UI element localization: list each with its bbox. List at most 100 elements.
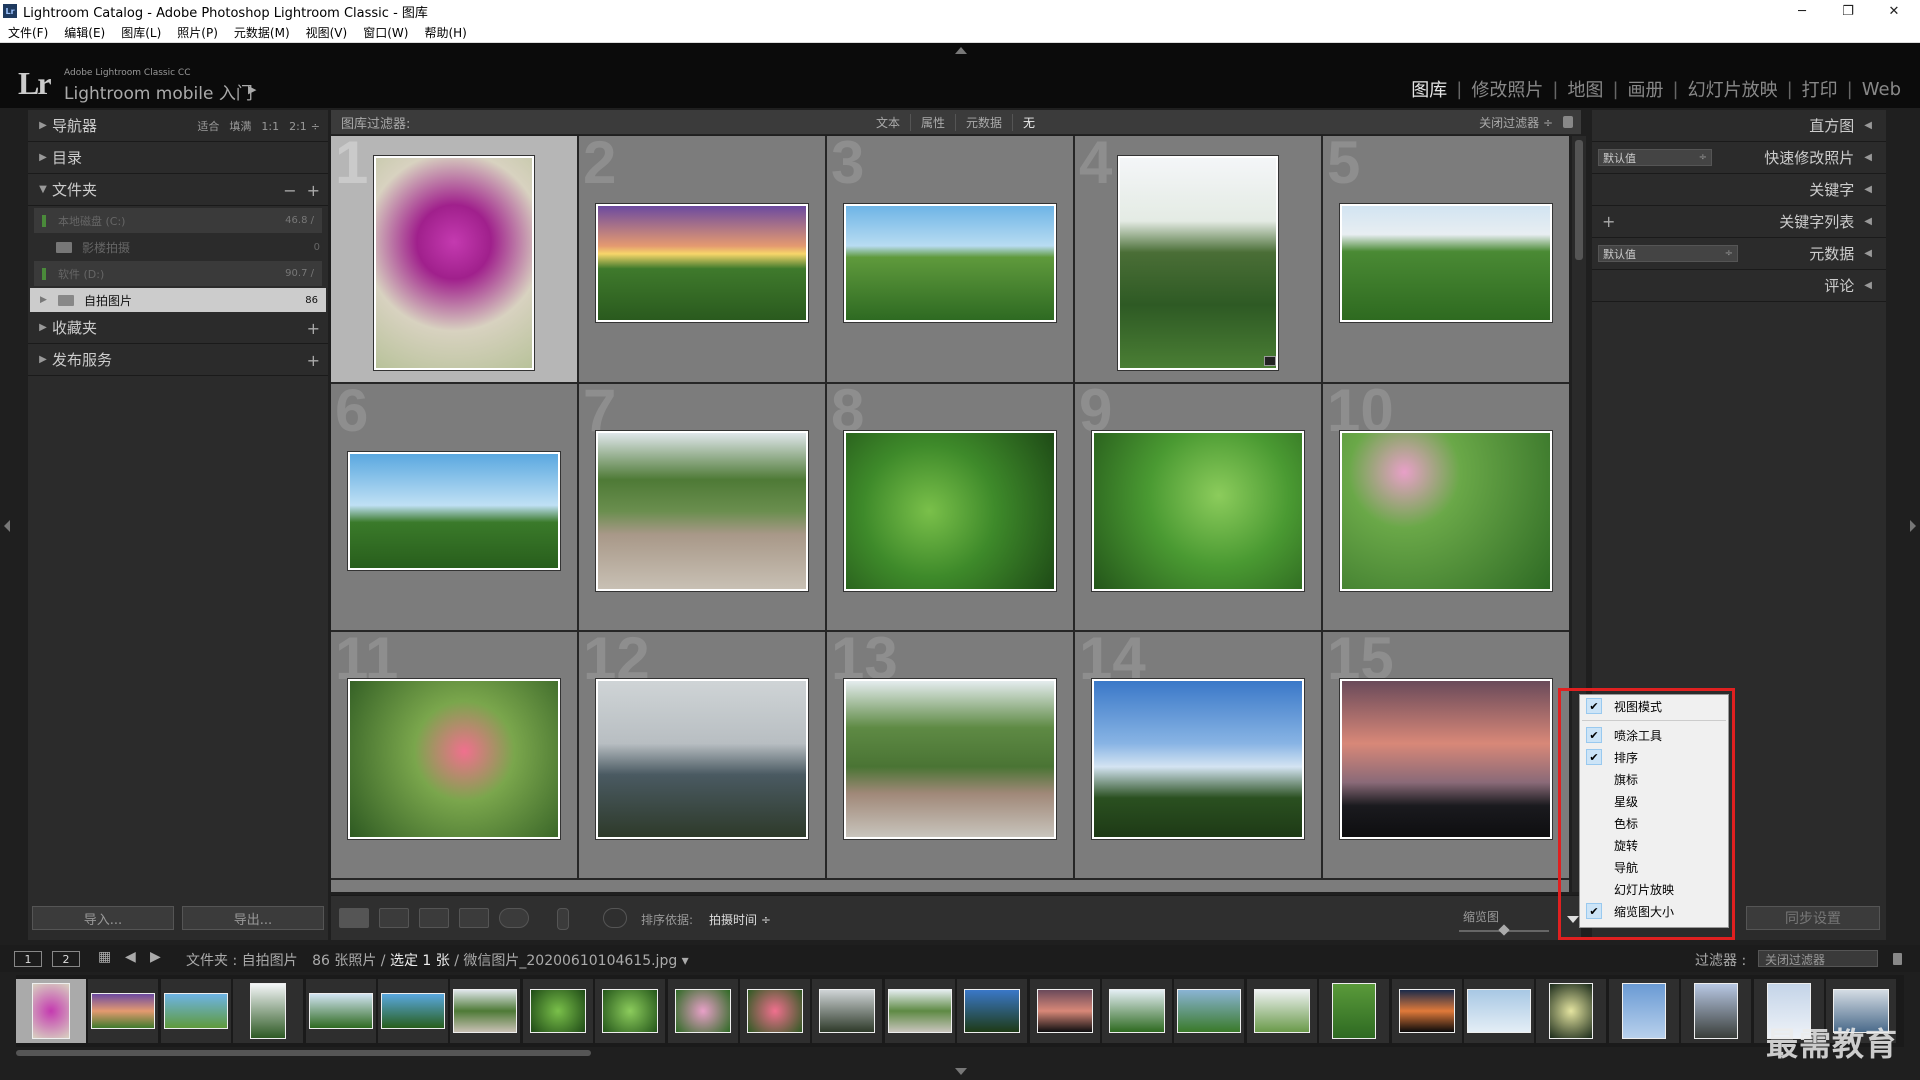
catalog-header[interactable]: ▶ 目录 <box>28 142 328 174</box>
photo-thumbnail[interactable] <box>1092 679 1304 839</box>
remove-folder-button[interactable]: − <box>283 181 296 200</box>
filmstrip-thumbnail[interactable] <box>1608 979 1679 1043</box>
filmstrip-thumbnail[interactable] <box>305 979 376 1043</box>
filmstrip-thumbnail[interactable] <box>160 979 231 1043</box>
filter-metadata[interactable]: 元数据 <box>956 113 1014 131</box>
menu-file[interactable]: 文件(F) <box>0 24 56 41</box>
filmstrip-thumbnail[interactable] <box>450 979 521 1043</box>
metadata-header[interactable]: 默认值 元数据 ◀ <box>1592 238 1886 270</box>
painter-spray-icon[interactable] <box>557 908 569 930</box>
quick-develop-header[interactable]: 默认值 快速修改照片 ◀ <box>1592 142 1886 174</box>
module-web[interactable]: Web <box>1853 79 1910 100</box>
grid-cell-4[interactable]: 4 <box>1075 136 1321 382</box>
sort-select[interactable]: 拍摄时间 ÷ <box>709 911 771 928</box>
module-library[interactable]: 图库 <box>1402 76 1456 102</box>
photo-thumbnail[interactable] <box>844 431 1056 591</box>
collections-header[interactable]: ▶ 收藏夹 + <box>28 312 328 344</box>
grid-icon[interactable]: ▦ <box>98 949 111 965</box>
zoom-stepper-icon[interactable]: ÷ <box>311 120 320 133</box>
thumbnail-size-slider-knob[interactable] <box>1498 924 1510 936</box>
collapse-bottom-panel-icon[interactable] <box>955 1068 967 1075</box>
photo-thumbnail[interactable] <box>844 204 1056 322</box>
import-button[interactable]: 导入... <box>32 906 174 930</box>
histogram-header[interactable]: 直方图 ◀ <box>1592 110 1886 142</box>
metadata-badge-icon[interactable] <box>1264 356 1276 366</box>
grid-cell-6[interactable]: 6 <box>331 384 577 630</box>
filmstrip-filter-select[interactable]: 关闭过滤器 <box>1758 950 1878 967</box>
grid-cell-11[interactable]: 11 <box>331 632 577 878</box>
photo-thumbnail[interactable] <box>596 431 808 591</box>
filmstrip-thumbnail[interactable] <box>595 979 666 1043</box>
menu-metadata[interactable]: 元数据(M) <box>226 24 298 41</box>
play-arrow-icon[interactable]: ▶ <box>248 83 256 96</box>
minimize-button[interactable]: ─ <box>1782 0 1822 22</box>
sort-direction-icon[interactable] <box>603 908 627 928</box>
back-arrow-icon[interactable]: ◀ <box>125 949 136 965</box>
comments-header[interactable]: 评论 ◀ <box>1592 270 1886 302</box>
left-panel-toggle-icon[interactable] <box>4 520 10 532</box>
quick-develop-preset-select[interactable]: 默认值 <box>1598 149 1712 166</box>
photo-thumbnail[interactable] <box>348 452 560 570</box>
folders-header[interactable]: ▼ 文件夹 − + <box>28 174 328 206</box>
filter-preset-select[interactable]: 关闭过滤器 ÷ <box>1479 114 1553 131</box>
filmstrip-thumbnail[interactable] <box>812 979 883 1043</box>
menu-photo[interactable]: 照片(P) <box>169 24 226 41</box>
metadata-preset-select[interactable]: 默认值 <box>1598 245 1738 262</box>
folder-expand-icon[interactable]: ▶ <box>40 295 47 305</box>
filter-text[interactable]: 文本 <box>866 113 912 131</box>
filmstrip-thumbnail[interactable] <box>1246 979 1317 1043</box>
filmstrip-thumbnail[interactable] <box>1029 979 1100 1043</box>
grid-cell-5[interactable]: 5 <box>1323 136 1569 382</box>
zoom-2-1[interactable]: 2:1 <box>289 120 307 133</box>
sync-settings-button[interactable]: 同步设置 <box>1746 906 1880 930</box>
module-slideshow[interactable]: 幻灯片放映 <box>1679 76 1787 102</box>
grid-cell-2[interactable]: 2 <box>579 136 825 382</box>
photo-thumbnail[interactable] <box>1118 156 1278 370</box>
photo-thumbnail[interactable] <box>1092 431 1304 591</box>
compare-view-icon[interactable] <box>419 908 449 928</box>
filmstrip-thumbnail[interactable] <box>16 979 86 1043</box>
filmstrip-thumbnail[interactable] <box>1464 979 1534 1043</box>
grid-cell-10[interactable]: 10 <box>1323 384 1569 630</box>
restore-button[interactable]: ❐ <box>1828 0 1868 22</box>
primary-window-button[interactable]: 1 <box>14 951 42 967</box>
grid-view-icon[interactable] <box>339 908 369 928</box>
filmstrip-thumbnail[interactable] <box>740 979 810 1043</box>
module-map[interactable]: 地图 <box>1558 76 1612 102</box>
filmstrip-thumbnail[interactable] <box>1319 979 1390 1043</box>
grid-cell-8[interactable]: 8 <box>827 384 1073 630</box>
grid-cell-7[interactable]: 7 <box>579 384 825 630</box>
lock-icon[interactable] <box>1563 116 1573 128</box>
grid-cell-9[interactable]: 9 <box>1075 384 1321 630</box>
module-book[interactable]: 画册 <box>1619 76 1673 102</box>
menu-help[interactable]: 帮助(H) <box>416 24 474 41</box>
publish-header[interactable]: ▶ 发布服务 + <box>28 344 328 376</box>
filmstrip-thumbnail[interactable] <box>1102 979 1172 1043</box>
add-collection-button[interactable]: + <box>307 319 320 338</box>
photo-thumbnail[interactable] <box>1340 679 1552 839</box>
people-view-icon[interactable] <box>499 908 529 928</box>
navigator-header[interactable]: ▶ 导航器 适合 填满 1:1 2:1 ÷ <box>28 110 328 142</box>
mobile-getting-started[interactable]: Lightroom mobile 入门 <box>64 79 253 104</box>
add-folder-button[interactable]: + <box>307 181 320 200</box>
photo-thumbnail[interactable] <box>348 679 560 839</box>
photo-thumbnail[interactable] <box>844 679 1056 839</box>
module-print[interactable]: 打印 <box>1793 76 1847 102</box>
filmstrip-thumbnail[interactable] <box>1174 979 1245 1043</box>
keyword-list-header[interactable]: + 关键字列表 ◀ <box>1592 206 1886 238</box>
module-develop[interactable]: 修改照片 <box>1462 76 1552 102</box>
volume-c[interactable]: 本地磁盘 (C:) 46.8 / <box>34 208 322 233</box>
filmstrip-thumbnail[interactable] <box>378 979 448 1043</box>
collapse-top-panel-icon[interactable] <box>955 47 967 54</box>
filter-none[interactable]: 无 <box>1013 114 1045 131</box>
filmstrip-scrollbar[interactable] <box>16 1050 591 1056</box>
filmstrip-thumbnail[interactable] <box>1391 979 1462 1043</box>
photo-thumbnail[interactable] <box>1340 204 1552 322</box>
photo-thumbnail[interactable] <box>596 204 808 322</box>
filmstrip-thumbnail[interactable] <box>522 979 593 1043</box>
forward-arrow-icon[interactable]: ▶ <box>150 949 161 965</box>
export-button[interactable]: 导出... <box>182 906 324 930</box>
menu-library[interactable]: 图库(L) <box>113 24 169 41</box>
menu-edit[interactable]: 编辑(E) <box>56 24 113 41</box>
photo-thumbnail[interactable] <box>374 156 534 370</box>
